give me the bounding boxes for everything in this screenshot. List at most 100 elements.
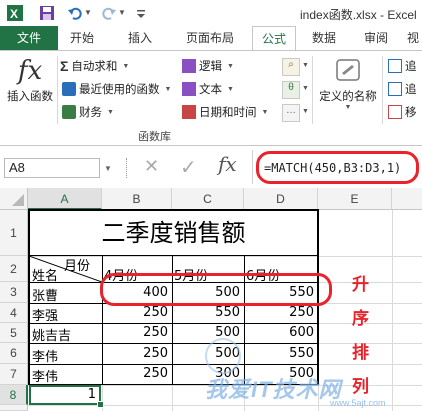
remove-arrows-icon: [388, 105, 402, 119]
table-border: [28, 364, 319, 365]
annotation-char: 列: [352, 377, 369, 397]
star-icon: [62, 82, 76, 96]
confirm-icon[interactable]: ✓: [180, 155, 197, 180]
text-button[interactable]: 文本 ▼: [182, 81, 234, 97]
cell-value[interactable]: 250: [104, 366, 168, 381]
row-header-9[interactable]: [0, 405, 28, 411]
customize-qat-icon[interactable]: [132, 4, 150, 22]
row3-highlight-ring: [100, 273, 332, 306]
chevron-down-icon: ▼: [344, 104, 352, 111]
tab-review[interactable]: 审阅: [356, 26, 396, 50]
remove-arrows-button[interactable]: 移: [388, 104, 417, 120]
cell-value[interactable]: 550: [174, 305, 240, 320]
select-all-corner[interactable]: [0, 188, 28, 210]
math-button[interactable]: θ: [282, 81, 300, 99]
cancel-icon[interactable]: ✕: [144, 156, 159, 177]
trace-dependents-button[interactable]: 追: [388, 81, 417, 97]
cell-value[interactable]: 500: [174, 325, 240, 340]
calendar-icon: [182, 105, 196, 119]
column-header-e[interactable]: E: [318, 188, 392, 210]
column-header-c[interactable]: C: [172, 188, 244, 210]
row-header-1[interactable]: 1: [0, 210, 28, 256]
undo-icon[interactable]: [66, 4, 84, 22]
lookup-button[interactable]: ⌕: [282, 58, 300, 76]
row-header-8[interactable]: 8: [0, 385, 28, 405]
text-label: 文本: [199, 84, 222, 96]
excel-logo-icon: X: [6, 4, 24, 22]
trace-icon: [388, 82, 402, 96]
cell-value[interactable]: 600: [246, 325, 314, 340]
insert-function-label: 插入函数: [7, 91, 53, 103]
tab-data[interactable]: 数据: [304, 26, 344, 50]
save-icon[interactable]: [38, 4, 56, 22]
redo-icon[interactable]: [100, 4, 118, 22]
column-header-a[interactable]: A: [28, 188, 102, 210]
remove-arrows-label: 移: [405, 107, 417, 119]
row-header-6[interactable]: 6: [0, 343, 28, 364]
gridline: [172, 385, 173, 411]
row-header-3[interactable]: 3: [0, 282, 28, 303]
datetime-button[interactable]: 日期和时间 ▼: [182, 104, 268, 120]
cell-name-row3[interactable]: 张曹: [32, 285, 58, 304]
row-header-4[interactable]: 4: [0, 303, 28, 323]
autosum-button[interactable]: Σ 自动求和 ▼: [60, 58, 129, 74]
fill-handle[interactable]: [97, 401, 104, 408]
defined-names-button[interactable]: 定义的名称 ▼: [316, 56, 380, 118]
undo-dropdown-icon[interactable]: ▼: [84, 8, 92, 17]
cell-name-row5[interactable]: 姚吉吉: [32, 325, 71, 344]
tab-file[interactable]: 文件: [0, 26, 58, 50]
column-header-b[interactable]: B: [102, 188, 172, 210]
cell-value[interactable]: 250: [246, 305, 314, 320]
cell-value[interactable]: 250: [104, 346, 168, 361]
trace-precedents-label: 追: [405, 61, 417, 73]
cell-name-row7[interactable]: 李伟: [32, 366, 58, 385]
sheet-title[interactable]: 二季度销售额: [30, 212, 317, 254]
redo-dropdown-icon[interactable]: ▼: [118, 8, 126, 17]
table-border: [28, 323, 319, 324]
insert-function-button[interactable]: fx 插入函数: [4, 54, 56, 114]
tab-insert[interactable]: 插入: [120, 26, 160, 50]
header-name[interactable]: 姓名: [32, 265, 58, 284]
annotation-char: 排: [352, 343, 369, 363]
tab-view[interactable]: 视: [404, 26, 422, 50]
logical-button[interactable]: 逻辑 ▼: [182, 58, 234, 74]
insert-function-fx-icon[interactable]: fx: [218, 152, 237, 176]
row-header-5[interactable]: 5: [0, 323, 28, 343]
recent-functions-button[interactable]: 最近使用的函数 ▼: [62, 81, 171, 97]
row-header-2[interactable]: 2: [0, 256, 28, 282]
chevron-down-icon: ▼: [261, 108, 269, 116]
watermark-logo: [205, 338, 241, 374]
cell-name-row6[interactable]: 李伟: [32, 346, 58, 365]
cell-value[interactable]: 250: [104, 305, 168, 320]
svg-text:X: X: [10, 7, 18, 21]
name-box[interactable]: A8: [4, 158, 100, 178]
name-box-dropdown-icon[interactable]: ▼: [104, 164, 112, 173]
cell-name-row4[interactable]: 李强: [32, 305, 58, 324]
financial-button[interactable]: 财务 ▼: [62, 104, 114, 120]
ribbon-separator: [57, 56, 58, 124]
defined-names-label: 定义的名称: [319, 91, 377, 103]
column-header-d[interactable]: D: [244, 188, 318, 210]
text-icon: [182, 82, 196, 96]
row-header-7[interactable]: 7: [0, 364, 28, 385]
tab-formulas[interactable]: 公式: [252, 26, 296, 50]
cell-value[interactable]: 250: [104, 325, 168, 340]
trace-icon: [388, 59, 402, 73]
cell-value[interactable]: 550: [246, 346, 314, 361]
trace-precedents-button[interactable]: 追: [388, 58, 417, 74]
name-manager-icon: [336, 59, 360, 81]
more-functions-button[interactable]: …: [282, 104, 300, 122]
tab-page-layout[interactable]: 页面布局: [176, 26, 244, 50]
ribbon-separator: [382, 56, 383, 124]
insert-function-icon: fx: [17, 56, 43, 86]
header-month[interactable]: 月份: [64, 255, 90, 274]
trace-dependents-label: 追: [405, 84, 417, 96]
splitter-handle[interactable]: [126, 158, 131, 178]
recent-functions-label: 最近使用的函数: [79, 84, 160, 96]
column-header-f[interactable]: [392, 188, 422, 210]
chevron-down-icon: ▼: [302, 85, 309, 92]
financial-label: 财务: [79, 107, 102, 119]
tab-home[interactable]: 开始: [62, 26, 102, 50]
autosum-label: 自动求和: [71, 61, 118, 73]
table-border: [28, 343, 319, 344]
